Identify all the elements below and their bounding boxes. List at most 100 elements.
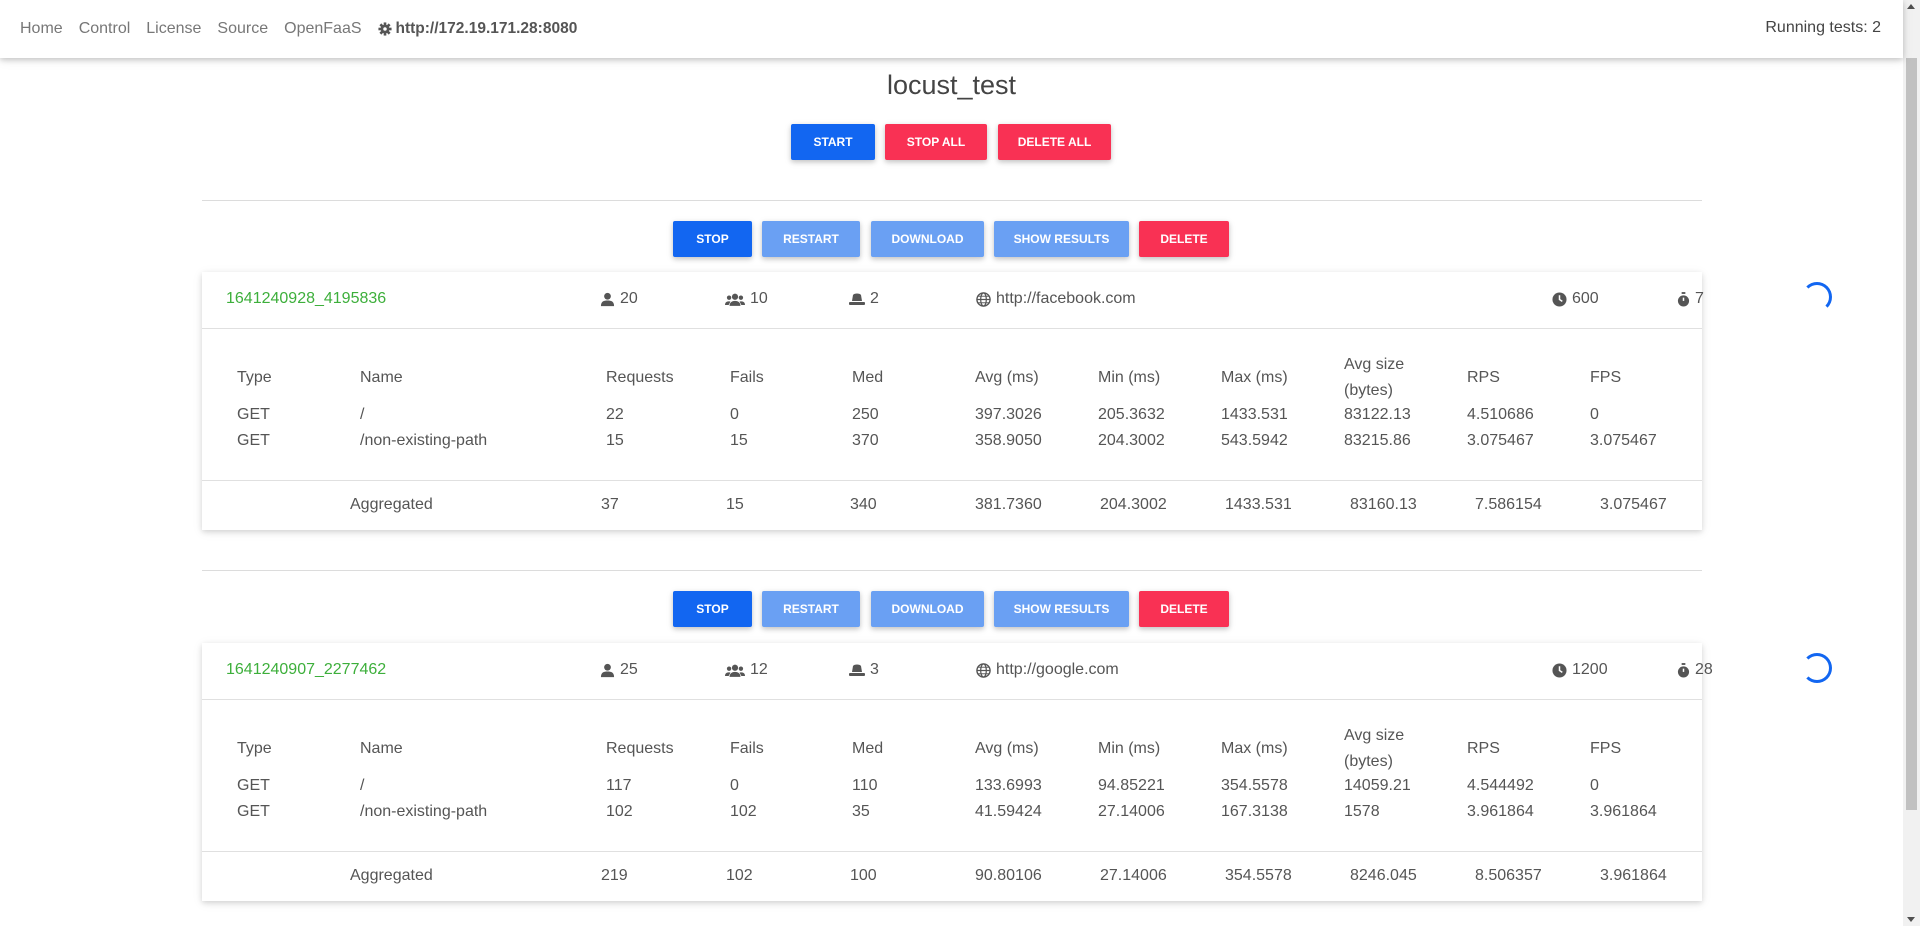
nav-source[interactable]: Source [217, 20, 268, 38]
cell-type: GET [237, 777, 270, 794]
cell-avg: 358.9050 [975, 432, 1042, 449]
nav-control[interactable]: Control [79, 20, 131, 38]
cell-avg: 133.6993 [975, 777, 1042, 794]
agg-max: 1433.531 [1225, 496, 1292, 513]
aggregated-row: Aggregated 219 102 100 90.80106 27.14006… [202, 851, 1702, 902]
col-requests: Requests [606, 369, 674, 386]
nav-license[interactable]: License [146, 20, 201, 38]
users-count: 20 [600, 290, 638, 308]
agg-label: Aggregated [350, 867, 433, 884]
stopwatch-icon [1677, 291, 1690, 306]
col-fails: Fails [730, 740, 764, 757]
delete-test-button[interactable]: DELETE [1139, 591, 1229, 627]
test-id-item: 1641240907_2277462 [226, 661, 386, 679]
nav-home[interactable]: Home [20, 20, 63, 38]
workers-count: 3 [849, 661, 879, 679]
col-avg: Avg (ms) [975, 369, 1039, 386]
col-avg-size: Avg size [1344, 727, 1405, 744]
run-time-value: 600 [1572, 290, 1599, 307]
user-icon [600, 663, 615, 677]
cell-med: 35 [852, 803, 870, 820]
agg-med: 100 [850, 867, 877, 884]
cell-rps: 4.544492 [1467, 777, 1534, 794]
run-time: 1200 [1552, 661, 1608, 679]
stop-test-button[interactable]: STOP [673, 591, 752, 627]
col-avg: Avg (ms) [975, 740, 1039, 757]
top-navbar: Home Control License Source OpenFaaS htt… [0, 0, 1903, 58]
agg-min: 27.14006 [1100, 867, 1167, 884]
elapsed-value: 28 [1695, 661, 1713, 678]
col-type: Type [237, 369, 272, 386]
restart-test-button[interactable]: RESTART [762, 591, 860, 627]
col-max: Max (ms) [1221, 740, 1288, 757]
test-card-header: 1641240907_2277462 25 12 3 http://google… [202, 643, 1832, 700]
page-scrollbar[interactable] [1903, 0, 1920, 926]
host-link[interactable]: http://172.19.171.28:8080 [377, 20, 578, 38]
aggregated-row: Aggregated 37 15 340 381.7360 204.3002 1… [202, 480, 1702, 531]
stop-all-button[interactable]: STOP ALL [885, 124, 987, 160]
stop-test-button[interactable]: STOP [673, 221, 752, 257]
show-results-button[interactable]: SHOW RESULTS [994, 221, 1129, 257]
show-results-button[interactable]: SHOW RESULTS [994, 591, 1129, 627]
agg-fails: 102 [726, 867, 753, 884]
col-requests: Requests [606, 740, 674, 757]
cell-type: GET [237, 432, 270, 449]
cell-size: 83215.86 [1344, 432, 1411, 449]
clock-icon [1552, 662, 1567, 678]
download-test-button[interactable]: DOWNLOAD [871, 591, 984, 627]
download-test-button[interactable]: DOWNLOAD [871, 221, 984, 257]
cell-max: 543.5942 [1221, 432, 1288, 449]
gear-icon [377, 22, 392, 36]
test-id[interactable]: 1641240928_4195836 [226, 290, 386, 308]
cell-rps: 3.075467 [1467, 432, 1534, 449]
table-row: GET / 22 0 250 397.3026 205.3632 1433.53… [202, 406, 1702, 430]
scroll-thumb[interactable] [1906, 58, 1917, 810]
nav-openfaas[interactable]: OpenFaaS [284, 20, 361, 38]
col-avg-size-unit: (bytes) [1344, 382, 1393, 399]
table-row: GET /non-existing-path 102 102 35 41.594… [202, 803, 1702, 827]
cell-min: 205.3632 [1098, 406, 1165, 423]
test-id[interactable]: 1641240907_2277462 [226, 661, 386, 679]
agg-avg: 381.7360 [975, 496, 1042, 513]
col-fps: FPS [1590, 740, 1622, 757]
host-text: http://172.19.171.28:8080 [395, 20, 578, 37]
spawn-rate-value: 12 [750, 661, 768, 678]
cell-fails: 102 [730, 803, 757, 820]
users-icon [725, 293, 745, 306]
cell-fps: 3.961864 [1590, 803, 1657, 820]
agg-rps: 7.586154 [1475, 496, 1542, 513]
delete-test-button[interactable]: DELETE [1139, 221, 1229, 257]
start-button[interactable]: START [791, 124, 875, 160]
cell-fps: 3.075467 [1590, 432, 1657, 449]
cell-requests: 22 [606, 406, 624, 423]
scroll-down-arrow-icon[interactable] [1907, 917, 1915, 922]
spawn-rate-value: 10 [750, 290, 768, 307]
hat-icon [849, 664, 865, 676]
cell-fails: 15 [730, 432, 748, 449]
agg-fps: 3.961864 [1600, 867, 1667, 884]
cell-max: 1433.531 [1221, 406, 1288, 423]
agg-requests: 219 [601, 867, 628, 884]
restart-test-button[interactable]: RESTART [762, 221, 860, 257]
cell-min: 27.14006 [1098, 803, 1165, 820]
globe-icon [976, 662, 991, 678]
agg-label: Aggregated [350, 496, 433, 513]
clock-icon [1552, 291, 1567, 307]
cell-avg: 397.3026 [975, 406, 1042, 423]
col-avg-size-unit: (bytes) [1344, 753, 1393, 770]
agg-rps: 8.506357 [1475, 867, 1542, 884]
elapsed-time: 28 [1677, 661, 1713, 679]
spinner-icon [1802, 653, 1832, 683]
host-url: http://google.com [976, 661, 1119, 679]
run-time-value: 1200 [1572, 661, 1608, 678]
cell-size: 1578 [1344, 803, 1380, 820]
col-min: Min (ms) [1098, 740, 1161, 757]
delete-all-button[interactable]: DELETE ALL [998, 124, 1111, 160]
cell-med: 110 [852, 777, 878, 794]
cell-type: GET [237, 406, 270, 423]
agg-max: 354.5578 [1225, 867, 1292, 884]
cell-requests: 102 [606, 803, 633, 820]
scroll-up-arrow-icon[interactable] [1907, 4, 1915, 9]
cell-max: 354.5578 [1221, 777, 1288, 794]
col-avg-size: Avg size [1344, 356, 1405, 373]
